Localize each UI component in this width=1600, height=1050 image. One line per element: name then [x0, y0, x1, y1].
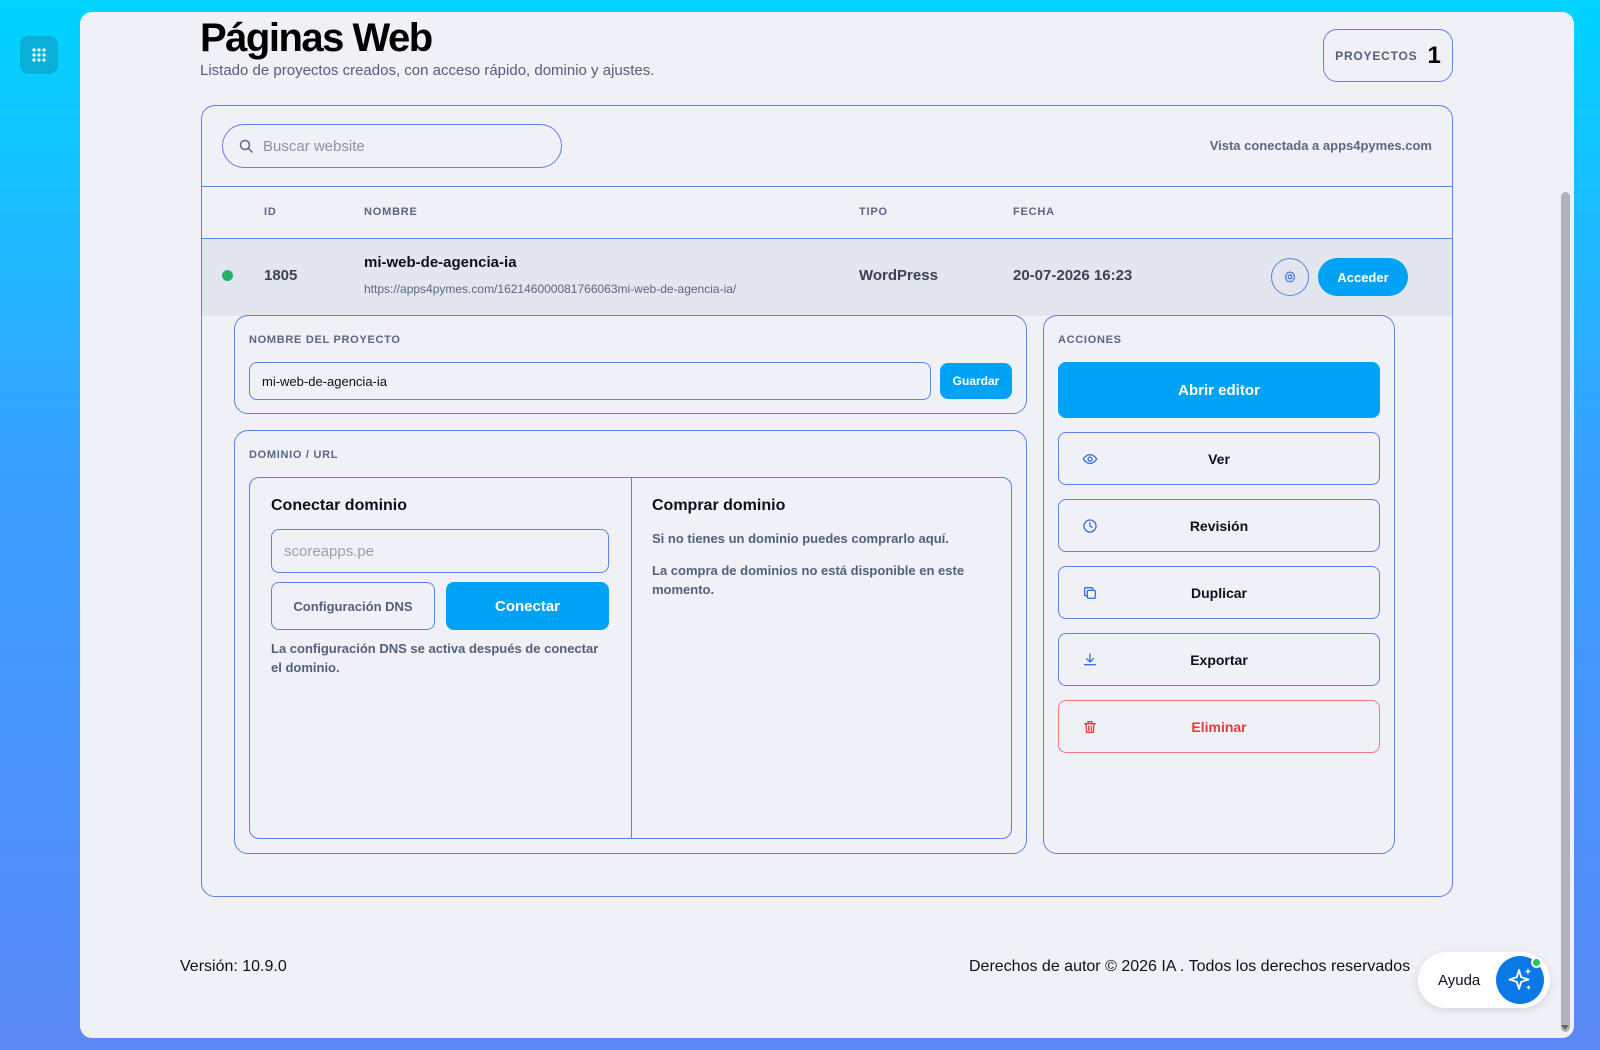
domain-divider — [631, 478, 632, 838]
scroll-down-arrow[interactable] — [1561, 1025, 1569, 1030]
domain-panels: Conectar dominio Configuración DNS Conec… — [249, 477, 1012, 839]
column-header-id: ID — [264, 206, 277, 218]
page-title: Páginas Web — [200, 16, 433, 60]
scrollbar[interactable] — [1561, 192, 1570, 1032]
search-input[interactable] — [263, 137, 523, 155]
settings-button[interactable] — [1271, 258, 1309, 296]
row-type: WordPress — [859, 267, 938, 284]
access-button[interactable]: Acceder — [1318, 258, 1408, 296]
gear-icon — [1284, 270, 1296, 284]
help-label: Ayuda — [1438, 971, 1481, 989]
save-button[interactable]: Guardar — [940, 363, 1012, 399]
table-row[interactable]: 1805 mi-web-de-agencia-ia https://apps4p… — [202, 239, 1452, 316]
column-header-type: TIPO — [859, 206, 888, 218]
search-box[interactable] — [222, 124, 562, 168]
dns-config-button[interactable]: Configuración DNS — [271, 582, 435, 630]
clock-icon — [1081, 517, 1099, 535]
buy-domain-text: Si no tienes un dominio puedes comprarlo… — [652, 531, 949, 546]
column-header-date: FECHA — [1013, 206, 1055, 218]
table-toolbar: Vista conectada a apps4pymes.com — [202, 106, 1452, 187]
view-label: Ver — [1208, 450, 1230, 467]
main-panel: Páginas Web Listado de proyectos creados… — [80, 12, 1574, 1038]
status-dot — [222, 270, 233, 281]
domain-section: DOMINIO / URL Conectar dominio Configura… — [234, 430, 1027, 854]
revision-label: Revisión — [1189, 517, 1249, 534]
grid-icon — [32, 48, 46, 62]
export-label: Exportar — [1190, 651, 1248, 668]
eye-icon — [1081, 450, 1099, 468]
copy-icon — [1081, 584, 1099, 602]
row-url[interactable]: https://apps4pymes.com/16214600008176606… — [364, 282, 736, 296]
actions-label: ACCIONES — [1058, 334, 1122, 346]
buy-domain-title: Comprar dominio — [652, 497, 786, 514]
domain-input[interactable] — [271, 529, 609, 573]
projects-counter-value: 1 — [1427, 41, 1441, 69]
actions-section: ACCIONES Abrir editor Ver Revisión Dupli… — [1043, 315, 1395, 854]
duplicate-label: Duplicar — [1190, 584, 1247, 601]
download-icon — [1081, 651, 1099, 669]
copyright-text: Derechos de autor © 2026 IA . Todos los … — [969, 958, 1411, 975]
project-name-section: NOMBRE DEL PROYECTO Guardar — [234, 315, 1027, 414]
project-name-input[interactable] — [249, 362, 931, 400]
row-date: 20-07-2026 16:23 — [1013, 267, 1133, 284]
domain-label: DOMINIO / URL — [249, 449, 339, 461]
connect-button[interactable]: Conectar — [446, 582, 609, 630]
view-button[interactable]: Ver — [1058, 432, 1380, 485]
connect-domain-title: Conectar dominio — [271, 497, 408, 514]
buy-domain-unavailable: La compra de dominios no está disponible… — [652, 563, 965, 597]
revision-button[interactable]: Revisión — [1058, 499, 1380, 552]
online-indicator — [1531, 957, 1542, 968]
delete-button[interactable]: Eliminar — [1058, 700, 1380, 753]
duplicate-button[interactable]: Duplicar — [1058, 566, 1380, 619]
trash-icon — [1081, 718, 1099, 736]
projects-counter-label: PROYECTOS — [1335, 48, 1418, 63]
column-header-name: NOMBRE — [364, 206, 418, 218]
version-text: Versión: 10.9.0 — [180, 958, 287, 975]
projects-counter: PROYECTOS 1 — [1323, 29, 1453, 82]
search-icon — [239, 139, 253, 153]
connected-status: Vista conectada a apps4pymes.com — [1209, 138, 1432, 153]
table-header: ID NOMBRE TIPO FECHA — [202, 187, 1452, 239]
dns-note: La configuración DNS se activa después d… — [271, 641, 599, 675]
project-name-label: NOMBRE DEL PROYECTO — [249, 334, 401, 346]
export-button[interactable]: Exportar — [1058, 633, 1380, 686]
apps-grid-button[interactable] — [20, 36, 58, 74]
delete-label: Eliminar — [1191, 718, 1247, 735]
open-editor-button[interactable]: Abrir editor — [1058, 362, 1380, 418]
websites-card: Vista conectada a apps4pymes.com ID NOMB… — [201, 105, 1453, 897]
sparkle-icon — [1508, 968, 1532, 990]
row-name: mi-web-de-agencia-ia — [364, 254, 517, 271]
page-subtitle: Listado de proyectos creados, con acceso… — [200, 62, 655, 79]
row-id: 1805 — [264, 267, 298, 284]
